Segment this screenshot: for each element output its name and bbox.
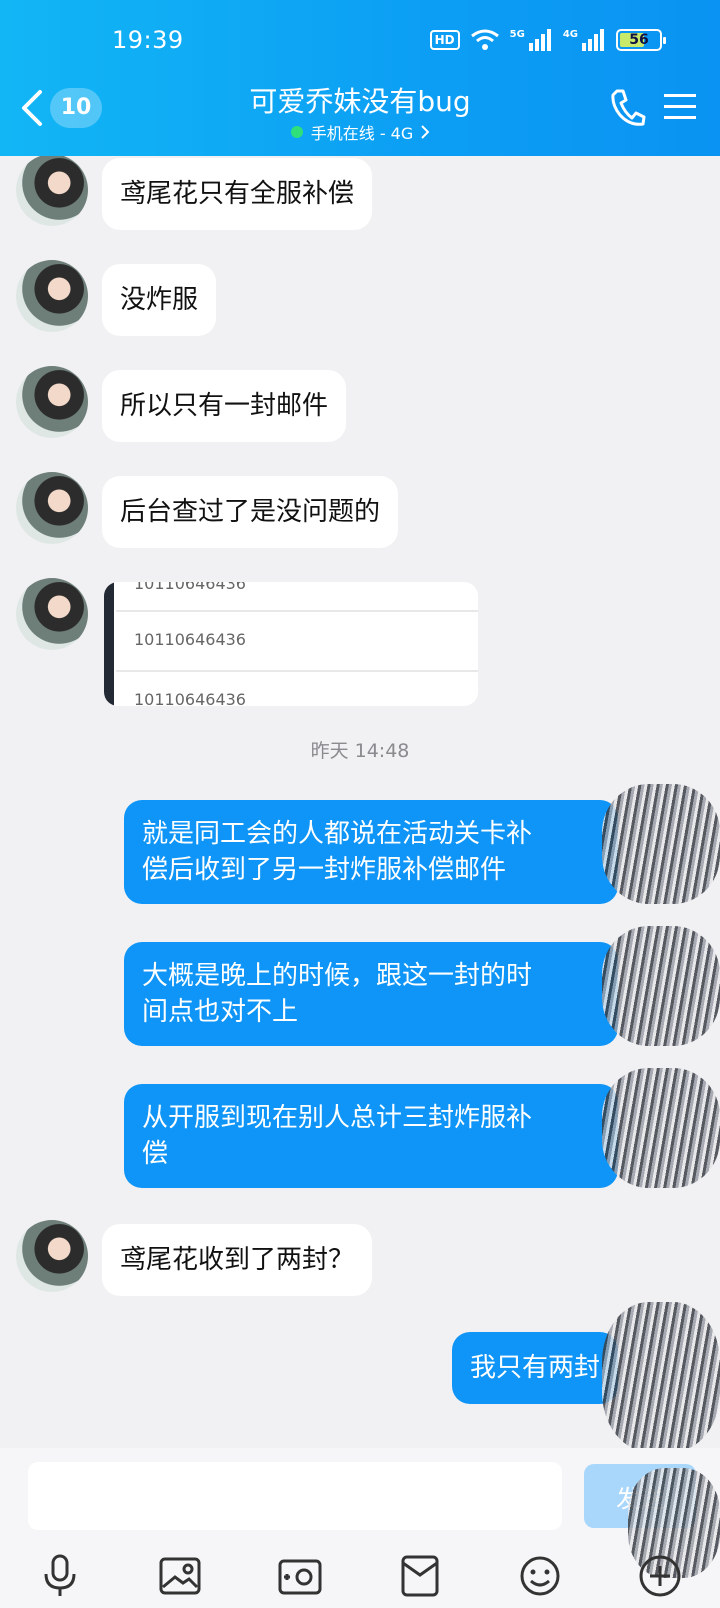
online-dot-icon	[290, 126, 303, 138]
voice-button[interactable]	[36, 1552, 84, 1600]
chat-title: 可爱乔妹没有bug	[249, 85, 471, 118]
message-line: 偿后收到了另一封炸服补偿邮件	[142, 855, 507, 885]
message-list[interactable]: 鸢尾花只有全服补偿 没炸服 所以只有一封邮件 后台查过了是没问题的 101106…	[0, 156, 720, 1448]
image-message[interactable]: 10110646436 10110646436 10110646436	[104, 582, 478, 706]
red-packet-button[interactable]	[396, 1552, 444, 1600]
battery-icon: 56	[616, 29, 666, 51]
message-in: 所以只有一封邮件	[0, 366, 720, 448]
status-icons: HD 5G 4G 56	[429, 28, 666, 52]
message-in: 鸢尾花只有全服补偿	[0, 156, 720, 236]
back-button[interactable]: 10	[20, 88, 102, 128]
image-divider	[116, 670, 478, 672]
redacted-avatar[interactable]	[602, 1068, 720, 1188]
status-time: 19:39	[112, 26, 184, 54]
message-bubble[interactable]: 我只有两封	[451, 1332, 618, 1404]
message-in: 后台查过了是没问题的	[0, 472, 720, 554]
avatar[interactable]	[16, 156, 88, 226]
message-line: 从开服到现在别人总计三封炸服补	[142, 1103, 533, 1133]
message-in: 鸢尾花收到了两封？	[0, 1220, 720, 1302]
camera-icon	[278, 1559, 322, 1595]
image-row-text: 10110646436	[134, 582, 246, 593]
image-row-text: 10110646436	[134, 690, 246, 706]
battery-nub	[663, 37, 666, 44]
redacted-avatar[interactable]	[602, 784, 720, 904]
message-out: 就是同工会的人都说在活动关卡补 偿后收到了另一封炸服补偿邮件	[0, 784, 720, 910]
avatar[interactable]	[16, 366, 88, 438]
battery-text: 56	[629, 32, 649, 48]
net-4g-label: 4G	[562, 28, 578, 40]
message-in: 没炸服	[0, 260, 720, 342]
online-status[interactable]: 手机在线 - 4G	[160, 120, 560, 144]
redacted-avatar[interactable]	[602, 1302, 720, 1448]
message-out: 大概是晚上的时候，跟这一封的时 间点也对不上	[0, 926, 720, 1052]
image-row-text: 10110646436	[134, 630, 246, 649]
phone-icon	[611, 89, 646, 126]
message-input[interactable]	[28, 1462, 562, 1530]
emoji-icon	[520, 1556, 560, 1596]
input-bar: 发送	[0, 1448, 720, 1608]
message-bubble[interactable]: 大概是晚上的时候，跟这一封的时 间点也对不上	[124, 942, 618, 1046]
avatar[interactable]	[16, 1220, 88, 1292]
chevron-right-icon	[421, 125, 430, 139]
unread-count-badge: 10	[50, 88, 102, 128]
emoji-button[interactable]	[516, 1552, 564, 1600]
image-icon	[159, 1557, 201, 1595]
input-toolbar	[0, 1546, 720, 1608]
wifi-icon	[470, 29, 499, 50]
mic-icon	[44, 1554, 76, 1596]
message-bubble[interactable]: 所以只有一封邮件	[102, 370, 347, 442]
message-line: 我只有两封	[469, 1353, 600, 1383]
image-divider	[116, 610, 478, 612]
redacted-avatar[interactable]	[602, 926, 720, 1046]
message-bubble[interactable]: 鸢尾花收到了两封？	[102, 1224, 373, 1296]
red-packet-icon	[401, 1555, 439, 1597]
message-bubble[interactable]: 鸢尾花只有全服补偿	[102, 158, 373, 230]
message-line: 大概是晚上的时候，跟这一封的时	[142, 961, 533, 991]
message-out: 从开服到现在别人总计三封炸服补 偿	[0, 1068, 720, 1194]
message-bubble[interactable]: 没炸服	[102, 264, 217, 336]
voice-call-button[interactable]	[610, 88, 646, 132]
plus-icon	[639, 1555, 681, 1597]
signal-5g-icon	[528, 29, 551, 51]
avatar[interactable]	[16, 260, 88, 332]
chevron-left-icon	[22, 90, 42, 126]
message-in-image: 10110646436 10110646436 10110646436	[0, 578, 720, 710]
message-line: 偿	[142, 1139, 169, 1169]
message-out: 我只有两封	[0, 1302, 720, 1448]
menu-button[interactable]	[664, 92, 696, 126]
menu-icon	[664, 94, 696, 119]
camera-button[interactable]	[276, 1552, 324, 1600]
title-area[interactable]: 可爱乔妹没有bug 手机在线 - 4G	[160, 84, 560, 144]
message-line: 间点也对不上	[142, 997, 299, 1027]
more-button[interactable]	[636, 1552, 684, 1600]
hd-voice-icon: HD	[429, 30, 460, 50]
message-timestamp: 昨天 14:48	[310, 740, 410, 762]
net-5g-label: 5G	[509, 28, 525, 40]
avatar[interactable]	[16, 472, 88, 544]
status-bar: 19:39 HD 5G 4G 56	[0, 0, 720, 84]
chat-header: 19:39 HD 5G 4G 56 10 可爱乔妹没有bug 手机在线 - 4G	[0, 0, 720, 156]
image-button[interactable]	[156, 1552, 204, 1600]
online-status-text: 手机在线 - 4G	[310, 124, 414, 143]
image-sidebar-strip	[104, 582, 114, 706]
message-bubble[interactable]: 就是同工会的人都说在活动关卡补 偿后收到了另一封炸服补偿邮件	[124, 800, 618, 904]
message-line: 就是同工会的人都说在活动关卡补	[142, 819, 533, 849]
avatar[interactable]	[16, 578, 88, 650]
message-bubble[interactable]: 后台查过了是没问题的	[102, 476, 399, 548]
signal-4g-icon	[582, 29, 604, 51]
message-bubble[interactable]: 从开服到现在别人总计三封炸服补 偿	[124, 1084, 618, 1188]
